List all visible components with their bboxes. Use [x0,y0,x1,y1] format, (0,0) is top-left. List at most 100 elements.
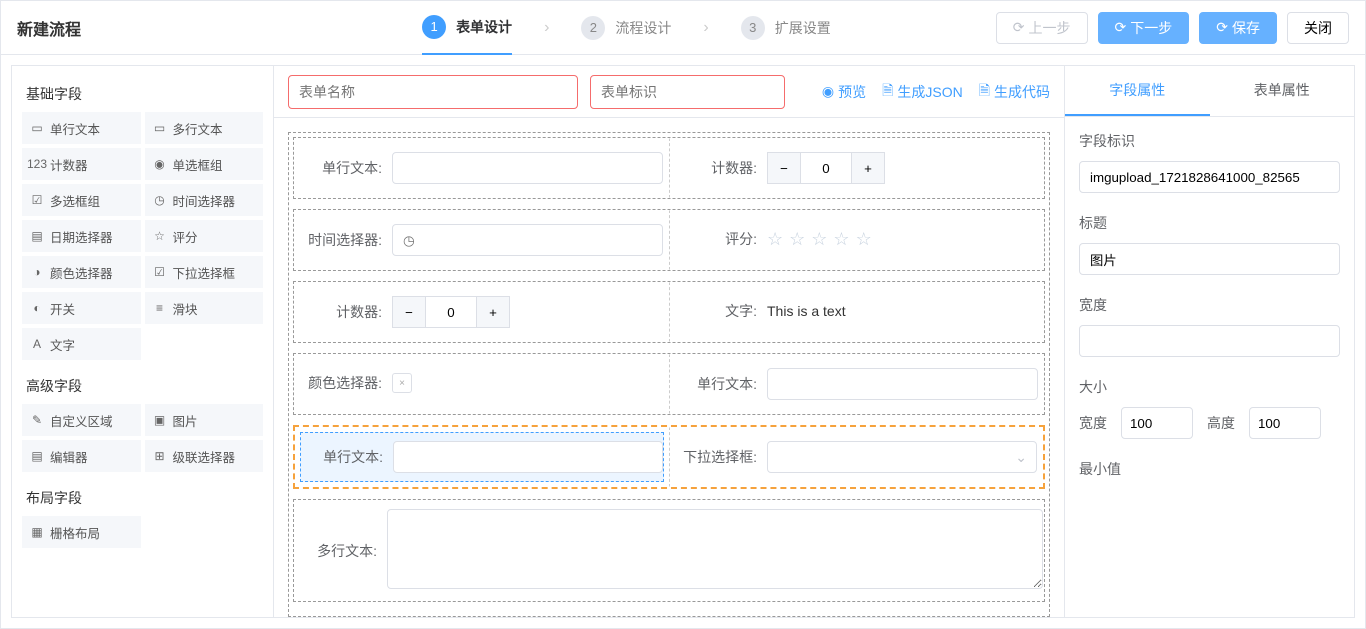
save-button[interactable]: ⟳ 保存 [1199,12,1277,44]
form-field[interactable]: 单行文本: [300,432,664,482]
grid-cell[interactable]: 单行文本: [669,354,1044,414]
size-h-label: 高度 [1207,413,1235,433]
field-type-label: 栅格布局 [50,523,100,542]
time-input[interactable] [392,224,663,256]
stepper-minus[interactable]: − [767,152,801,184]
chevron-right-icon: › [544,19,549,37]
step-process-design[interactable]: 2 流程设计 [581,16,671,40]
stepper-value[interactable] [801,152,851,184]
field-type-label: 单选框组 [173,155,223,174]
field-palette-item[interactable]: ▭单行文本 [22,112,141,144]
width-input[interactable] [1079,325,1340,357]
rating-stars[interactable]: ☆ ☆ ☆ ☆ ☆ [767,229,1038,250]
form-field[interactable]: 单行文本: [674,359,1039,409]
size-h-input[interactable] [1249,407,1321,439]
star-icon[interactable]: ☆ [789,229,805,250]
prop-size-label: 大小 [1079,377,1340,397]
stepper-value[interactable] [426,296,476,328]
field-palette-item[interactable]: ☑下拉选择框 [145,256,264,288]
form-field[interactable]: 计数器:−+ [299,287,664,337]
grid-cell[interactable]: 计数器:−+ [294,282,669,342]
prop-min-label: 最小值 [1079,459,1340,479]
tab-field-props[interactable]: 字段属性 [1065,66,1210,116]
number-stepper[interactable]: −+ [392,296,510,328]
field-palette-item[interactable]: ✎自定义区域 [22,404,141,436]
grid-cell[interactable]: 计数器:−+ [669,138,1044,198]
grid-cell[interactable]: 文字:This is a text [669,282,1044,342]
form-field[interactable]: 评分:☆☆☆☆☆ [674,215,1039,263]
grid-row[interactable]: 单行文本:计数器:−+ [293,137,1045,199]
field-id-input[interactable] [1079,161,1340,193]
field-type-label: 文字 [50,335,75,354]
text-input[interactable] [392,152,663,184]
step-extend-settings[interactable]: 3 扩展设置 [741,16,831,40]
eye-icon: ◉ [822,83,834,100]
tab-form-props[interactable]: 表单属性 [1210,66,1355,116]
field-palette-item[interactable]: 123计数器 [22,148,141,180]
field-palette-item[interactable]: ▦ 栅格布局 [22,516,141,548]
canvas-scroll[interactable]: 单行文本:计数器:−+时间选择器:评分:☆☆☆☆☆计数器:−+文字:This i… [274,118,1064,617]
field-palette-item[interactable]: ☑多选框组 [22,184,141,216]
step-form-design[interactable]: 1 表单设计 [422,15,512,55]
field-palette-item[interactable]: ☆评分 [145,220,264,252]
field-palette-item[interactable]: A文字 [22,328,141,360]
field-palette-item[interactable]: ◐开关 [22,292,141,324]
grid-cell[interactable]: 颜色选择器:× [294,354,669,414]
form-field[interactable]: 颜色选择器:× [299,359,664,407]
field-type-label: 单行文本 [50,119,100,138]
form-field[interactable]: 计数器:−+ [674,143,1039,193]
grid-cell[interactable]: 时间选择器: [294,210,669,270]
form-key-input[interactable] [590,75,785,109]
prev-button[interactable]: ⟳ 上一步 [996,12,1088,44]
stepper-minus[interactable]: − [392,296,426,328]
field-type-label: 开关 [50,299,75,318]
grid-row[interactable]: 时间选择器:评分:☆☆☆☆☆ [293,209,1045,271]
form-field[interactable]: 时间选择器: [299,215,664,265]
field-type-label: 自定义区域 [50,411,113,430]
field-palette-item[interactable]: ≡滑块 [145,292,264,324]
grid-row[interactable]: 计数器:−+文字:This is a text [293,281,1045,343]
props-scroll[interactable]: 字段标识 标题 宽度 大小 宽度 高度 [1065,117,1354,617]
stepper-plus[interactable]: + [476,296,510,328]
grid-cell[interactable]: 下拉选择框:⌄ [669,427,1043,487]
gen-code-link[interactable]: 🗎生成代码 [979,80,1050,104]
next-button[interactable]: ⟳ 下一步 [1098,12,1190,44]
form-field[interactable]: 单行文本: [299,143,664,193]
field-palette-item[interactable]: ◉单选框组 [145,148,264,180]
close-button[interactable]: 关闭 [1287,12,1349,44]
star-icon[interactable]: ☆ [811,229,827,250]
preview-link[interactable]: ◉预览 [822,80,866,104]
size-w-input[interactable] [1121,407,1193,439]
star-icon[interactable]: ☆ [767,229,783,250]
title-input[interactable] [1079,243,1340,275]
textarea-input[interactable] [387,509,1043,589]
field-palette-item[interactable]: ▭多行文本 [145,112,264,144]
color-picker[interactable]: × [392,373,412,393]
star-icon[interactable]: ☆ [856,229,872,250]
field-type-icon: 123 [30,157,44,171]
select-input[interactable] [767,441,1037,473]
form-row[interactable]: 多行文本: [293,499,1045,602]
grid-cell[interactable]: 单行文本: [295,427,669,487]
text-input[interactable] [767,368,1038,400]
field-palette-item[interactable]: ▣图片 [145,404,264,436]
field-palette-item[interactable]: ◷时间选择器 [145,184,264,216]
gen-json-link[interactable]: 🗎生成JSON [882,80,963,104]
field-palette-item[interactable]: ⊞级联选择器 [145,440,264,472]
field-palette-item[interactable]: ◑颜色选择器 [22,256,141,288]
grid-cell[interactable]: 评分:☆☆☆☆☆ [669,210,1044,270]
field-type-icon: ▦ [30,525,44,539]
stepper-plus[interactable]: + [851,152,885,184]
form-field[interactable]: 文字:This is a text [674,287,1039,335]
field-palette-item[interactable]: ▤日期选择器 [22,220,141,252]
number-stepper[interactable]: −+ [767,152,885,184]
field-type-label: 级联选择器 [173,447,236,466]
grid-row[interactable]: 颜色选择器:×单行文本: [293,353,1045,415]
text-input[interactable] [393,441,663,473]
grid-row[interactable]: 单行文本:下拉选择框:⌄ [293,425,1045,489]
field-palette-item[interactable]: ▤编辑器 [22,440,141,472]
form-name-input[interactable] [288,75,578,109]
star-icon[interactable]: ☆ [833,229,849,250]
form-field[interactable]: 下拉选择框:⌄ [674,432,1038,482]
grid-cell[interactable]: 单行文本: [294,138,669,198]
